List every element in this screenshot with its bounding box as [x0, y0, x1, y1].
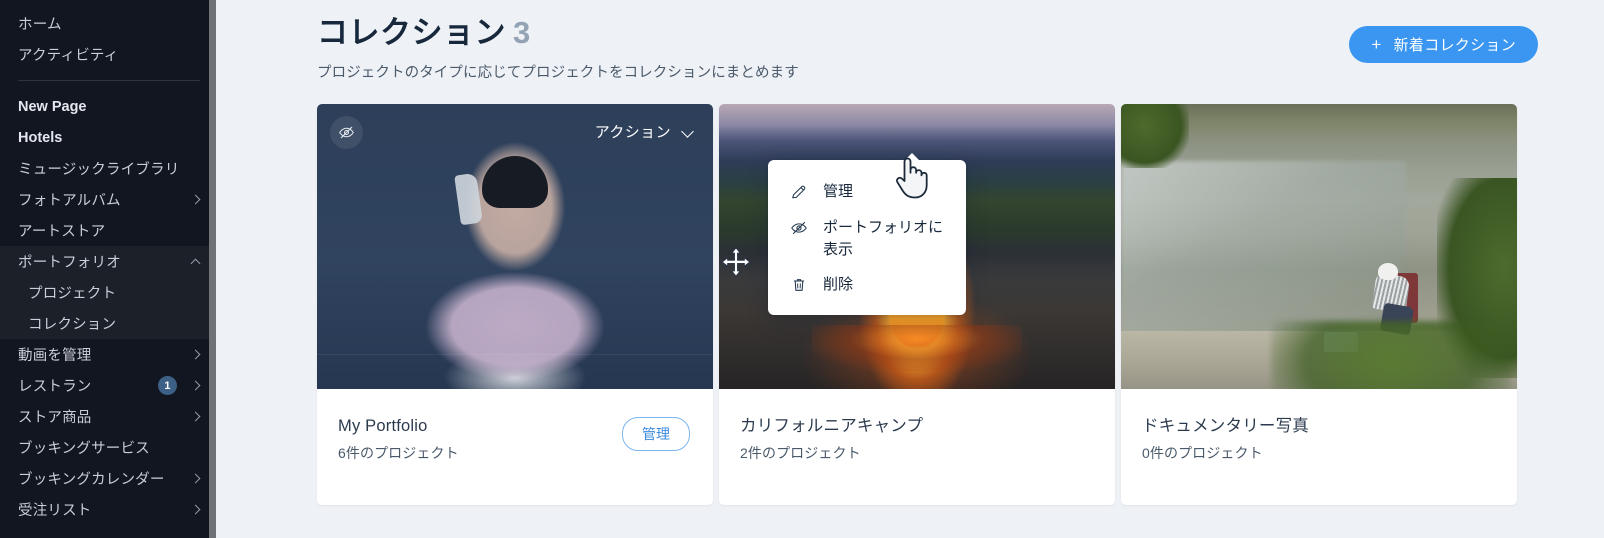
chevron-down-icon: [682, 127, 695, 136]
menu-item-show-in-portfolio[interactable]: ポートフォリオに表示: [768, 210, 966, 268]
collection-card[interactable]: アクション My Portfolio 6件のプロジェクト 管理: [317, 103, 713, 505]
photo-detail-scarf: [454, 172, 483, 226]
sidebar-item-label: 受注リスト: [18, 503, 92, 519]
sidebar-item-4[interactable]: Hotels: [0, 122, 216, 153]
card-body: カリフォルニアキャンプ 2件のプロジェクト: [719, 389, 1115, 463]
menu-item-manage[interactable]: 管理: [768, 174, 966, 210]
main-content: コレクション 3 プロジェクトのタイプに応じてプロジェクトをコレクションにまとめま…: [216, 0, 1604, 538]
sidebar-item-label: ホーム: [18, 17, 62, 33]
card-text-block: ドキュメンタリー写真 0件のプロジェクト: [1142, 415, 1494, 463]
portrait-navy-photo: アクション: [317, 103, 713, 389]
sidebar-item-3[interactable]: New Page: [0, 91, 216, 122]
sidebar-item-label: ブッキングサービス: [18, 441, 150, 457]
actions-label: アクション: [594, 123, 671, 141]
card-body: ドキュメンタリー写真 0件のプロジェクト: [1121, 389, 1517, 463]
collection-card[interactable]: ドキュメンタリー写真 0件のプロジェクト: [1121, 103, 1517, 505]
sidebar-item-8[interactable]: ポートフォリオ: [0, 246, 216, 277]
sidebar-item-label: ミュージックライブラリ: [18, 162, 180, 178]
menu-item-label: 管理: [823, 183, 854, 200]
sidebar-item-10[interactable]: コレクション: [0, 308, 216, 339]
sidebar: ホームアクティビティ New Page Hotels ミュージックライブラリ フォトアル…: [0, 0, 216, 538]
photo-detail-foliage: [1121, 103, 1189, 168]
river-angler-photo: [1121, 103, 1517, 389]
plus-icon: +: [1371, 35, 1382, 54]
card-title: カリフォルニアキャンプ: [740, 416, 924, 435]
sidebar-item-label: 動画を管理: [18, 348, 92, 364]
card-text-block: My Portfolio 6件のプロジェクト: [338, 415, 622, 463]
card-title: ドキュメンタリー写真: [1142, 416, 1309, 435]
chevron-right-icon: [190, 473, 202, 485]
card-text-block: カリフォルニアキャンプ 2件のプロジェクト: [740, 415, 1092, 463]
card-body: My Portfolio 6件のプロジェクト 管理: [317, 389, 713, 463]
card-project-count: 6件のプロジェクト: [338, 445, 459, 462]
chevron-right-icon: [190, 349, 202, 361]
sidebar-item-label: New Page: [18, 98, 87, 115]
chevron-right-icon: [190, 504, 202, 516]
sidebar-item-label: レストラン: [18, 379, 92, 395]
sidebar-item-2[interactable]: アクティビティ: [0, 39, 216, 70]
page-subtitle: プロジェクトのタイプに応じてプロジェクトをコレクションにまとめます: [317, 64, 799, 81]
chevron-right-icon: [190, 411, 202, 423]
sidebar-item-label: ブッキングカレンダー: [18, 472, 165, 488]
photo-detail-foliage: [1271, 320, 1512, 389]
sidebar-item-6[interactable]: フォトアルバム: [0, 184, 216, 215]
card-project-count: 2件のプロジェクト: [740, 445, 861, 462]
sidebar-item-label: プロジェクト: [28, 286, 117, 302]
sidebar-item-16[interactable]: 受注リスト: [0, 494, 216, 525]
sidebar-item-label: ストア商品: [18, 410, 92, 426]
sidebar-item-5[interactable]: ミュージックライブラリ: [0, 153, 216, 184]
page-header: コレクション 3 プロジェクトのタイプに応じてプロジェクトをコレクションにまとめま…: [216, 0, 1604, 82]
sidebar-item-9[interactable]: プロジェクト: [0, 277, 216, 308]
photo-detail-logs: [812, 324, 1022, 371]
menu-item-label: ポートフォリオに表示: [823, 218, 944, 258]
sidebar-item-label: フォトアルバム: [18, 193, 121, 209]
new-collection-label: 新着コレクション: [1393, 37, 1516, 54]
card-project-count: 0件のプロジェクト: [1142, 445, 1263, 462]
eye-off-icon: [339, 126, 354, 139]
sidebar-item-11[interactable]: 動画を管理: [0, 339, 216, 370]
sidebar-scrollbar[interactable]: [209, 0, 216, 538]
page-title-text: コレクション: [317, 15, 506, 50]
sidebar-item-label: アートストア: [18, 224, 106, 240]
sidebar-item-label: アクティビティ: [18, 48, 119, 64]
sidebar-item-label: Hotels: [18, 129, 63, 146]
photo-detail-river: [1121, 160, 1407, 338]
sidebar-divider: [18, 80, 200, 81]
menu-item-delete[interactable]: 削除: [768, 267, 966, 303]
sidebar-item-label: コレクション: [28, 317, 117, 333]
collection-count: 3: [513, 15, 531, 50]
chevron-right-icon: [190, 194, 202, 206]
sidebar-item-label: ポートフォリオ: [18, 255, 121, 271]
app-root: ホームアクティビティ New Page Hotels ミュージックライブラリ フォトアル…: [0, 0, 1604, 538]
actions-dropdown-menu[interactable]: 管理 ポートフォリオに表示 削除: [768, 153, 966, 315]
chevron-up-icon: [190, 256, 202, 268]
sidebar-nav-list: ホームアクティビティ New Page Hotels ミュージックライブラリ フォトアル…: [0, 8, 216, 525]
card-title: My Portfolio: [338, 416, 428, 435]
photo-detail-hair: [482, 155, 548, 208]
sidebar-item-15[interactable]: ブッキングカレンダー: [0, 463, 216, 494]
sidebar-item-12[interactable]: レストラン 1: [0, 370, 216, 401]
hidden-from-portfolio-badge[interactable]: [330, 115, 363, 149]
sidebar-item-14[interactable]: ブッキングサービス: [0, 432, 216, 463]
sidebar-item-1[interactable]: ホーム: [0, 8, 216, 39]
actions-dropdown-trigger[interactable]: アクション: [591, 118, 699, 145]
menu-item-label: 削除: [823, 276, 854, 294]
new-collection-button[interactable]: + 新着コレクション: [1349, 26, 1538, 63]
sidebar-item-13[interactable]: ストア商品: [0, 401, 216, 432]
pencil-icon: [790, 183, 808, 201]
sidebar-item-badge: 1: [158, 376, 177, 395]
eye-off-icon: [790, 219, 808, 237]
trash-icon: [790, 276, 808, 294]
sidebar-item-7[interactable]: アートストア: [0, 215, 216, 246]
manage-button[interactable]: 管理: [622, 416, 690, 451]
chevron-right-icon: [190, 380, 202, 392]
